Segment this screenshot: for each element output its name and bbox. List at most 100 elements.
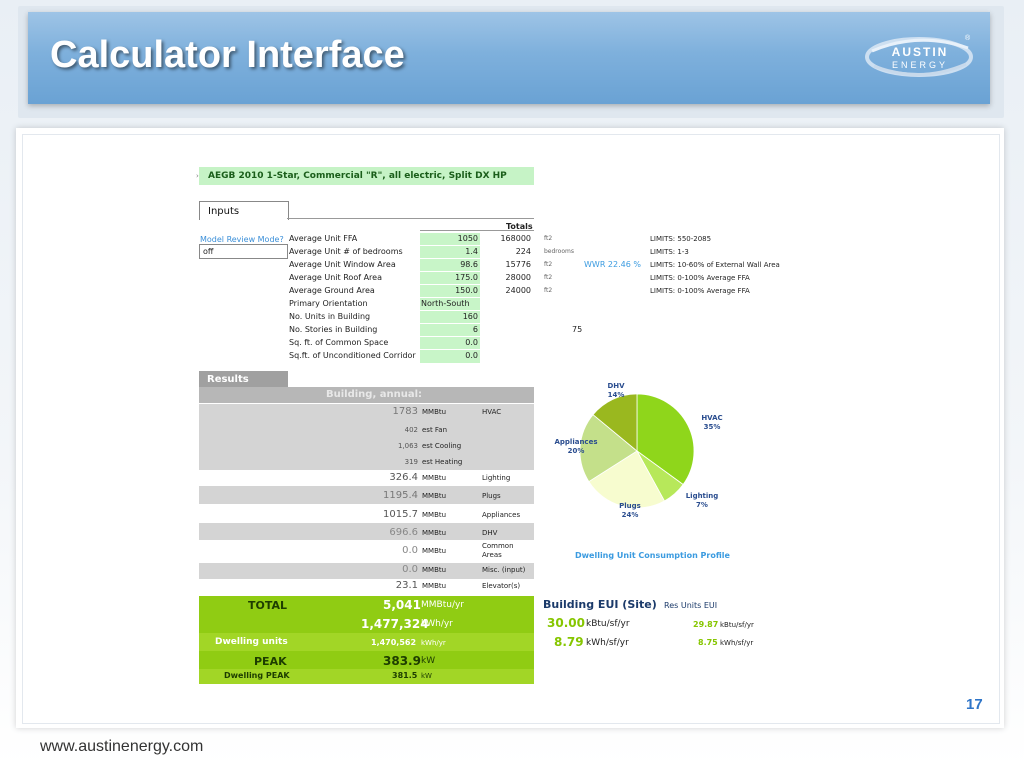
input-total: 15776 (505, 260, 531, 269)
result-unit: MMBtu (422, 492, 447, 500)
pie-label-plugs: Plugs 24% (619, 502, 641, 519)
result-category: Lighting (482, 474, 511, 482)
input-label: No. Stories in Building (289, 325, 378, 334)
result-category: Appliances (482, 511, 521, 519)
input-total: 28000 (505, 273, 531, 282)
input-label: Average Ground Area (289, 286, 375, 295)
result-unit: MMBtu (422, 529, 447, 537)
result-unit: est Cooling (422, 442, 462, 450)
input-unit: ft2 (544, 287, 553, 294)
pie-chart-title: Dwelling Unit Consumption Profile (575, 551, 730, 560)
result-value: 1783 (392, 406, 418, 417)
res-eui-kwh-value: 8.75 (698, 638, 718, 647)
result-unit: MMBtu (422, 511, 447, 519)
dwelling-peak-value: 381.5 (392, 671, 418, 680)
inputs-tab-line (287, 218, 534, 219)
logo-text-top: AUSTIN (892, 45, 949, 59)
result-value: 0.0 (402, 545, 418, 556)
input-unit: ft2 (544, 274, 553, 281)
input-label: Average Unit Window Area (289, 260, 396, 269)
result-value: 696.6 (389, 527, 418, 538)
input-limits: LIMITS: 0-100% Average FFA (650, 287, 750, 295)
slide-title: Calculator Interface (50, 34, 405, 76)
input-label: Sq.ft. of Unconditioned Corridor (289, 351, 416, 360)
input-value[interactable]: 175.0 (420, 273, 478, 282)
stories-extra: 75 (572, 325, 583, 334)
result-unit: est Fan (422, 426, 448, 434)
calculator-header: AEGB 2010 1-Star, Commercial "R", all el… (208, 171, 507, 181)
dwelling-units-unit: kWh/yr (421, 639, 446, 647)
input-total: 24000 (505, 286, 531, 295)
tab-results-label: Results (207, 374, 249, 385)
input-value[interactable]: 98.6 (420, 260, 478, 269)
res-eui-kbtu-value: 29.87 (693, 620, 719, 629)
pie-label-dhv: DHV 14% (607, 382, 625, 399)
result-value: 23.1 (395, 580, 418, 591)
pie-label-lighting: Lighting 7% (686, 492, 719, 509)
result-category: Elevator(s) (482, 582, 521, 590)
building-eui-kbtu-unit: kBtu/sf/yr (586, 619, 630, 629)
input-limits: LIMITS: 1-3 (650, 248, 689, 256)
input-label: Primary Orientation (289, 299, 368, 308)
tab-results[interactable]: Results (199, 371, 288, 387)
res-eui-kwh-unit: kWh/sf/yr (720, 639, 754, 647)
input-unit: ft2 (544, 261, 553, 268)
dwelling-peak-unit: kW (421, 672, 432, 680)
tab-inputs-label: Inputs (208, 206, 240, 217)
total-kwh-value: 1,477,324 (361, 617, 429, 631)
input-value[interactable]: 160 (420, 312, 478, 321)
input-unit: ft2 (544, 235, 553, 242)
result-unit: MMBtu (422, 566, 447, 574)
results-header: Building, annual: (326, 389, 423, 400)
input-value[interactable]: 6 (420, 325, 478, 334)
input-label: Average Unit Roof Area (289, 273, 382, 282)
input-label: Average Unit FFA (289, 234, 358, 243)
peak-value: 383.9 (383, 654, 421, 668)
result-unit: est Heating (422, 458, 463, 466)
dwelling-peak-label: Dwelling PEAK (224, 671, 290, 680)
result-value: 402 (404, 426, 418, 434)
building-eui-kwh-value: 8.79 (554, 635, 584, 649)
result-category: Misc. (input) (482, 566, 526, 574)
result-value: 319 (404, 458, 418, 466)
logo-registered-mark: ® (965, 34, 971, 42)
res-eui-label: Res Units EUI (664, 601, 718, 610)
wwr-value: WWR 22.46 % (584, 260, 641, 269)
result-unit: MMBtu (422, 547, 447, 555)
input-limits: LIMITS: 550-2085 (650, 235, 712, 243)
building-eui-kbtu-value: 30.00 (547, 616, 585, 630)
result-unit: MMBtu (422, 474, 447, 482)
res-eui-kbtu-unit: kBtu/sf/yr (720, 621, 754, 629)
tab-inputs[interactable]: Inputs (199, 201, 289, 220)
model-review-value: off (203, 247, 214, 256)
result-unit: MMBtu (422, 408, 447, 416)
peak-label: PEAK (254, 655, 287, 668)
input-value[interactable]: 1050 (420, 234, 478, 243)
dwelling-units-label: Dwelling units (215, 637, 288, 647)
result-category: HVAC (482, 408, 502, 416)
input-value[interactable]: 0.0 (420, 338, 478, 347)
result-category: DHV (482, 529, 498, 537)
logo-text-bottom: ENERGY (892, 60, 948, 70)
result-value: 1015.7 (383, 509, 418, 520)
input-label: Sq. ft. of Common Space (289, 338, 389, 347)
result-value: 1195.4 (383, 490, 418, 501)
result-category: Plugs (482, 492, 501, 500)
pie-label-hvac: HVAC 35% (701, 414, 722, 431)
input-label: Average Unit # of bedrooms (289, 247, 403, 256)
peak-unit: kW (421, 656, 436, 666)
input-total: 168000 (500, 234, 531, 243)
input-value[interactable]: 0.0 (420, 351, 478, 360)
totals-divider (420, 230, 534, 231)
input-total: 224 (515, 247, 531, 256)
input-value[interactable]: 1.4 (420, 247, 478, 256)
input-value[interactable]: 150.0 (420, 286, 478, 295)
total-kwh-unit: kWh/yr (421, 619, 453, 629)
footer-url[interactable]: www.austinenergy.com (40, 738, 203, 756)
total-label: TOTAL (248, 599, 288, 612)
austin-energy-logo: AUSTIN ENERGY ® (865, 34, 973, 77)
input-label: No. Units in Building (289, 312, 371, 321)
result-value: 0.0 (402, 564, 418, 575)
total-mmbtu-unit: MMBtu/yr (421, 600, 464, 610)
input-value[interactable]: North-South (421, 299, 470, 308)
